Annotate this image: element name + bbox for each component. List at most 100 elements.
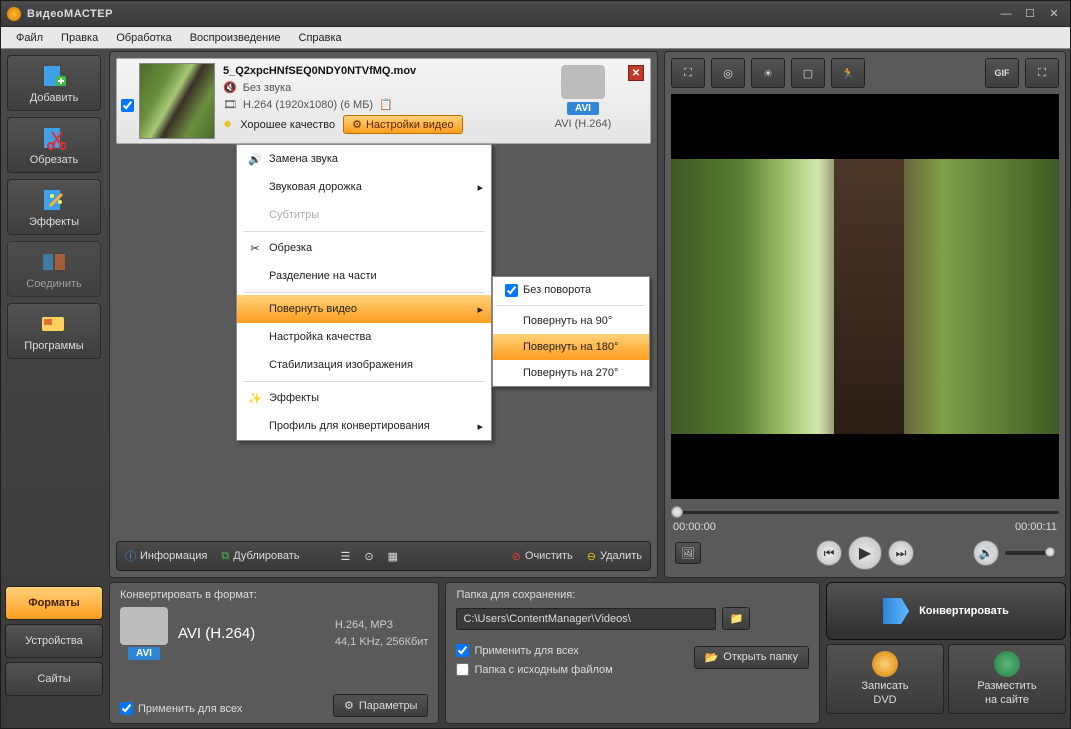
- play-button[interactable]: ▶: [848, 536, 882, 570]
- video-preview[interactable]: [671, 94, 1059, 499]
- apply-all-folder-checkbox[interactable]: [456, 644, 469, 657]
- file-row[interactable]: 00:00:11 5_Q2xpcHNfSEQ0NDY0NTVfMQ.mov 🔇Б…: [116, 58, 651, 144]
- info-small-icon[interactable]: 📋: [379, 98, 393, 111]
- menu-edit[interactable]: Правка: [52, 29, 107, 47]
- rotate-submenu: Без поворота Повернуть на 90° Повернуть …: [492, 276, 650, 387]
- apply-all-format-checkbox[interactable]: [120, 702, 133, 715]
- fullscreen-button[interactable]: ⛶: [1025, 58, 1059, 88]
- speed-tool-button[interactable]: 🏃: [831, 58, 865, 88]
- menu-file[interactable]: Файл: [7, 29, 52, 47]
- ctx-profile[interactable]: Профиль для конвертирования▸: [237, 412, 491, 440]
- add-icon: [40, 62, 68, 90]
- format-details: H.264, MP3 44,1 KHz, 256Кбит: [335, 617, 429, 650]
- chevron-right-icon: ▸: [477, 420, 483, 433]
- time-total: 00:00:11: [1015, 521, 1057, 533]
- info-button[interactable]: ⓘИнформация: [125, 548, 207, 564]
- convert-button[interactable]: Конвертировать: [826, 582, 1066, 640]
- format-tabs: Форматы Устройства Сайты: [5, 582, 103, 724]
- sub-no-rotate[interactable]: Без поворота: [493, 277, 649, 303]
- tool-programs[interactable]: Программы: [7, 303, 101, 359]
- quality-star-icon: ✸: [223, 118, 232, 131]
- frame-tool-button[interactable]: ▢: [791, 58, 825, 88]
- volume-slider[interactable]: [1005, 551, 1055, 555]
- menu-process[interactable]: Обработка: [107, 29, 180, 47]
- left-toolbar: Добавить Обрезать Эффекты Соединить Прог…: [5, 51, 103, 578]
- enhance-tool-button[interactable]: ◎: [711, 58, 745, 88]
- preview-panel: ⛶ ◎ ☀ ▢ 🏃 GIF ⛶ 00:00:00 00:00:11 🖼: [664, 51, 1066, 578]
- burn-dvd-button[interactable]: ЗаписатьDVD: [826, 644, 944, 714]
- file-remove-button[interactable]: ✕: [628, 65, 644, 81]
- app-logo-icon: [7, 7, 21, 21]
- tool-cut[interactable]: Обрезать: [7, 117, 101, 173]
- delete-button[interactable]: ⊖Удалить: [587, 550, 642, 563]
- brightness-tool-button[interactable]: ☀: [751, 58, 785, 88]
- tab-sites[interactable]: Сайты: [5, 662, 103, 696]
- prev-button[interactable]: ⏮: [816, 540, 842, 566]
- browse-folder-button[interactable]: 📁: [722, 607, 750, 630]
- ctx-effects[interactable]: ✨Эффекты: [237, 384, 491, 412]
- folder-path-input[interactable]: C:\Users\ContentManager\Videos\: [456, 608, 716, 630]
- view-grid-icon[interactable]: ▦: [388, 550, 398, 563]
- snapshot-button[interactable]: 🖼: [675, 542, 701, 564]
- scissors-icon: ✂: [241, 242, 269, 255]
- format-badge: AVI: [128, 647, 160, 660]
- titlebar: ВидеоМАСТЕР — ☐ ✕: [1, 1, 1070, 27]
- tool-join[interactable]: Соединить: [7, 241, 101, 297]
- file-quality: Хорошее качество: [240, 119, 335, 131]
- format-name: AVI (H.264): [178, 625, 255, 642]
- tab-formats[interactable]: Форматы: [5, 586, 103, 620]
- upload-web-button[interactable]: Разместитьна сайте: [948, 644, 1066, 714]
- maximize-button[interactable]: ☐: [1020, 7, 1040, 21]
- tool-add[interactable]: Добавить: [7, 55, 101, 111]
- sub-rotate-180[interactable]: Повернуть на 180°: [493, 334, 649, 360]
- sub-rotate-270[interactable]: Повернуть на 270°: [493, 360, 649, 386]
- seek-slider[interactable]: [671, 505, 1059, 519]
- ctx-quality[interactable]: Настройка качества: [237, 323, 491, 351]
- close-button[interactable]: ✕: [1044, 7, 1064, 21]
- crop-tool-button[interactable]: ⛶: [671, 58, 705, 88]
- next-button[interactable]: ⏭: [888, 540, 914, 566]
- file-thumbnail[interactable]: 00:00:11: [139, 63, 215, 139]
- sub-rotate-90[interactable]: Повернуть на 90°: [493, 308, 649, 334]
- menu-play[interactable]: Воспроизведение: [181, 29, 290, 47]
- same-folder-checkbox[interactable]: [456, 663, 469, 676]
- gif-button[interactable]: GIF: [985, 58, 1019, 88]
- file-codec: H.264 (1920x1080) (6 МБ): [243, 99, 373, 111]
- file-checkbox[interactable]: [121, 99, 134, 112]
- view-list-icon[interactable]: ☰: [341, 550, 351, 563]
- ctx-rotate[interactable]: Повернуть видео▸: [237, 295, 491, 323]
- list-toolbar: ⓘИнформация ⧉Дублировать ☰ ⊙ ▦ ⊘Очистить…: [116, 541, 651, 571]
- camera-icon: [561, 65, 605, 99]
- convert-icon: [883, 598, 909, 624]
- ctx-split[interactable]: Разделение на части: [237, 262, 491, 290]
- audio-icon: 🔊: [241, 153, 269, 166]
- view-toggle-icon[interactable]: ⊙: [364, 550, 373, 563]
- programs-icon: [40, 310, 68, 338]
- folder-open-icon: 📂: [705, 651, 719, 664]
- file-list: 00:00:11 5_Q2xpcHNfSEQ0NDY0NTVfMQ.mov 🔇Б…: [109, 51, 658, 578]
- minimize-button[interactable]: —: [996, 7, 1016, 21]
- clear-button[interactable]: ⊘Очистить: [512, 550, 573, 563]
- no-rotate-checkbox[interactable]: [505, 284, 518, 297]
- volume-button[interactable]: 🔊: [973, 540, 999, 566]
- duplicate-button[interactable]: ⧉Дублировать: [221, 550, 299, 563]
- ctx-stabilize[interactable]: Стабилизация изображения: [237, 351, 491, 379]
- folder-icon: 📁: [729, 612, 743, 625]
- chevron-right-icon: ▸: [477, 303, 483, 316]
- join-icon: [40, 248, 68, 276]
- ctx-replace-audio[interactable]: 🔊Замена звука: [237, 145, 491, 173]
- gear-icon: ⚙: [344, 699, 354, 712]
- ctx-audio-track[interactable]: Звуковая дорожка▸: [237, 173, 491, 201]
- wand-icon: ✨: [241, 392, 269, 405]
- gear-icon: ⚙: [352, 118, 362, 131]
- params-button[interactable]: ⚙Параметры: [333, 694, 429, 717]
- ctx-crop[interactable]: ✂Обрезка: [237, 234, 491, 262]
- open-folder-button[interactable]: 📂Открыть папку: [694, 646, 809, 669]
- tool-effects[interactable]: Эффекты: [7, 179, 101, 235]
- folder-panel-title: Папка для сохранения:: [456, 589, 809, 601]
- menu-help[interactable]: Справка: [290, 29, 351, 47]
- file-format-col[interactable]: AVI AVI (H.264): [540, 63, 626, 130]
- tab-devices[interactable]: Устройства: [5, 624, 103, 658]
- video-settings-button[interactable]: ⚙ Настройки видео: [343, 115, 463, 134]
- format-panel: Конвертировать в формат: AVI AVI (H.264)…: [109, 582, 439, 724]
